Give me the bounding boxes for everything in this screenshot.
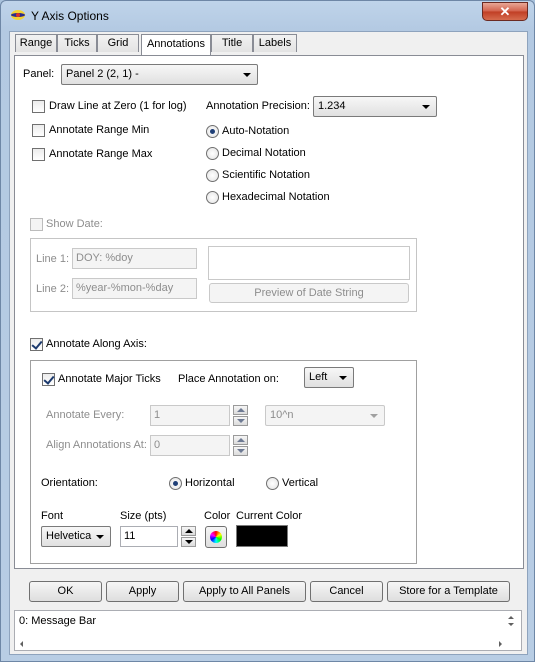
annotate-every-unit-value: 10^n — [270, 409, 294, 421]
annotate-every-label: Annotate Every: — [46, 409, 125, 421]
draw-line-at-zero-checkbox[interactable] — [32, 100, 45, 113]
tab-ticks[interactable]: Ticks — [57, 34, 97, 52]
spin-up-icon[interactable] — [233, 405, 248, 415]
annotate-every-input[interactable]: 1 — [150, 405, 230, 426]
window-title: Y Axis Options — [31, 9, 109, 23]
auto-notation-radio[interactable] — [206, 125, 219, 138]
orientation-vertical-radio[interactable] — [266, 477, 279, 490]
chevron-down-icon — [422, 105, 430, 109]
annotate-range-max-checkbox[interactable] — [32, 148, 45, 161]
annotate-along-axis-label: Annotate Along Axis: — [46, 338, 147, 350]
annotation-precision-select[interactable]: 1.234 — [313, 96, 437, 117]
tab-range[interactable]: Range — [15, 34, 57, 52]
size-spinner[interactable] — [181, 526, 196, 547]
tab-title[interactable]: Title — [211, 34, 253, 52]
size-input[interactable]: 11 — [120, 526, 178, 547]
annotate-range-max-label: Annotate Range Max — [49, 148, 153, 160]
color-label: Color — [204, 510, 231, 522]
align-annotations-input[interactable]: 0 — [150, 435, 230, 456]
decimal-notation-label: Decimal Notation — [222, 147, 306, 159]
annotations-tab-panel: Panel: Panel 2 (2, 1) - Draw Line at Zer… — [14, 55, 524, 569]
close-button[interactable]: ✕ — [482, 2, 528, 21]
tab-annotations[interactable]: Annotations — [141, 34, 211, 55]
tab-labels[interactable]: Labels — [253, 34, 297, 52]
annotate-range-min-checkbox[interactable] — [32, 124, 45, 137]
font-select[interactable]: Helvetica — [41, 526, 111, 547]
chevron-down-icon — [339, 376, 347, 380]
place-annotation-select[interactable]: Left — [304, 367, 354, 388]
dialog-window: Y Axis Options ✕ Range Ticks Grid Annota… — [0, 0, 535, 662]
annotate-along-axis-checkbox[interactable] — [30, 338, 43, 351]
store-for-template-button[interactable]: Store for a Template — [387, 581, 510, 602]
font-select-value: Helvetica — [46, 530, 92, 542]
annotate-major-ticks-checkbox[interactable] — [42, 373, 55, 386]
date-line2-label: Line 2: — [36, 283, 70, 295]
hexadecimal-notation-radio[interactable] — [206, 191, 219, 204]
dialog-client-area: Range Ticks Grid Annotations Title Label… — [9, 31, 528, 655]
annotate-major-ticks-label: Annotate Major Ticks — [58, 373, 161, 385]
app-icon — [11, 10, 25, 20]
tab-grid[interactable]: Grid — [97, 34, 139, 52]
draw-line-at-zero-label: Draw Line at Zero (1 for log) — [49, 100, 187, 112]
cancel-button[interactable]: Cancel — [310, 581, 383, 602]
apply-button[interactable]: Apply — [106, 581, 179, 602]
message-bar[interactable]: 0: Message Bar — [14, 610, 522, 651]
show-date-label: Show Date: — [46, 218, 103, 230]
orientation-horizontal-label: Horizontal — [185, 477, 235, 489]
orientation-horizontal-radio[interactable] — [169, 477, 182, 490]
spin-down-icon[interactable] — [233, 416, 248, 426]
color-picker-button[interactable] — [205, 526, 227, 548]
date-line1-input[interactable]: DOY: %doy — [72, 248, 197, 269]
current-color-swatch — [236, 525, 288, 547]
show-date-checkbox[interactable] — [30, 218, 43, 231]
chevron-down-icon — [243, 73, 251, 77]
annotate-range-min-label: Annotate Range Min — [49, 124, 150, 136]
date-preview-box — [208, 246, 410, 280]
panel-select[interactable]: Panel 2 (2, 1) - — [61, 64, 258, 85]
preview-date-string-button[interactable]: Preview of Date String — [209, 283, 409, 303]
size-label: Size (pts) — [120, 510, 167, 522]
panel-label: Panel: — [23, 68, 55, 80]
scroll-arrows-icon[interactable] — [506, 613, 516, 629]
orientation-vertical-label: Vertical — [282, 477, 319, 489]
spin-up-icon[interactable] — [233, 435, 248, 445]
place-annotation-label: Place Annotation on: — [178, 373, 279, 385]
spin-down-icon[interactable] — [181, 537, 196, 547]
date-line1-label: Line 1: — [36, 253, 70, 265]
annotate-every-spinner[interactable] — [233, 405, 248, 426]
decimal-notation-radio[interactable] — [206, 147, 219, 160]
chevron-down-icon — [96, 535, 104, 539]
ok-button[interactable]: OK — [29, 581, 102, 602]
chevron-down-icon — [370, 414, 378, 418]
spin-down-icon[interactable] — [233, 446, 248, 456]
annotate-every-unit-select[interactable]: 10^n — [265, 405, 385, 426]
title-bar[interactable]: Y Axis Options ✕ — [1, 1, 534, 31]
align-annotations-label: Align Annotations At: — [46, 439, 147, 451]
annotation-precision-value: 1.234 — [318, 100, 346, 112]
message-bar-text: 0: Message Bar — [19, 615, 97, 627]
annotation-precision-label: Annotation Precision: — [206, 100, 310, 112]
hexadecimal-notation-label: Hexadecimal Notation — [222, 191, 330, 203]
scientific-notation-label: Scientific Notation — [222, 169, 311, 181]
apply-to-all-panels-button[interactable]: Apply to All Panels — [183, 581, 306, 602]
auto-notation-label: Auto-Notation — [222, 125, 290, 137]
panel-select-value: Panel 2 (2, 1) - — [66, 68, 139, 80]
align-annotations-spinner[interactable] — [233, 435, 248, 456]
scientific-notation-radio[interactable] — [206, 169, 219, 182]
date-line2-input[interactable]: %year-%mon-%day — [72, 278, 197, 299]
spin-up-icon[interactable] — [181, 526, 196, 536]
horizontal-scroll-arrows-icon[interactable] — [17, 639, 521, 649]
place-annotation-value: Left — [309, 371, 328, 383]
color-wheel-icon — [210, 531, 222, 543]
font-label: Font — [41, 510, 64, 522]
current-color-label: Current Color — [236, 510, 303, 522]
orientation-label: Orientation: — [41, 477, 98, 489]
